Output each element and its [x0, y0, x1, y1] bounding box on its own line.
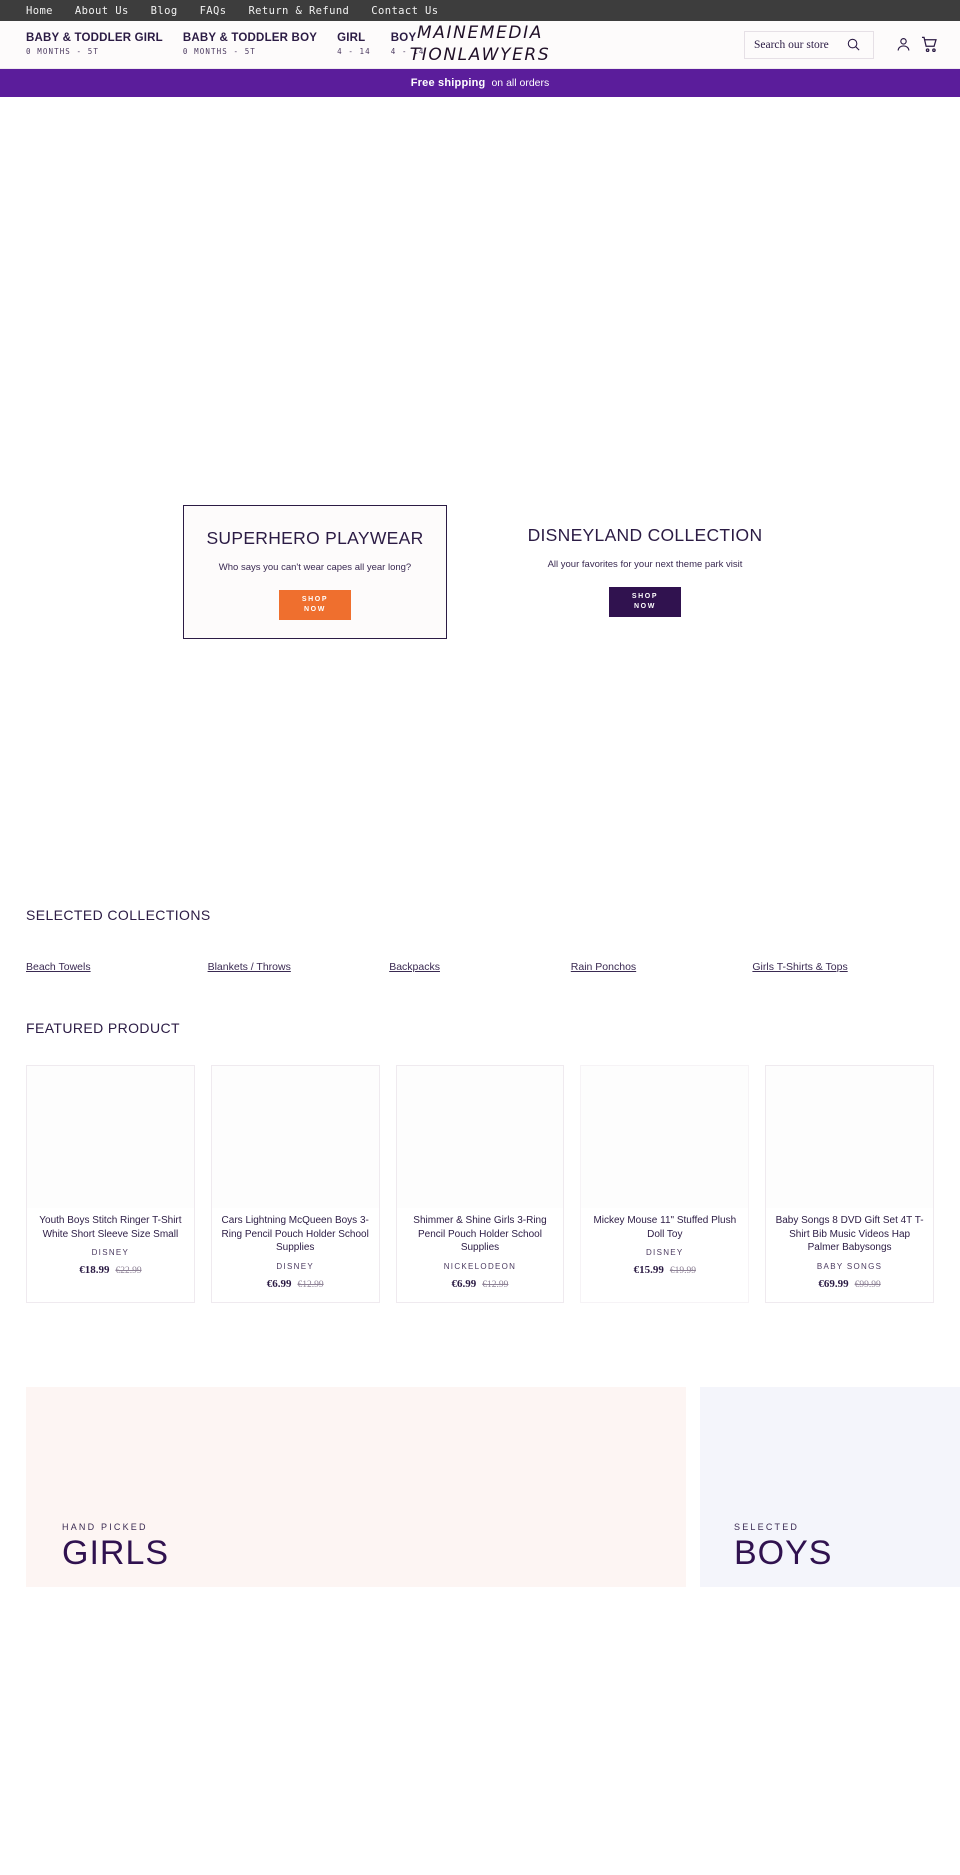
product-compare-at-price: €12.99 [297, 1279, 324, 1290]
hero-button-line-1: SHOP [631, 592, 659, 600]
utility-nav-link-home[interactable]: Home [26, 5, 53, 17]
utility-nav-link-about-us[interactable]: About Us [75, 5, 129, 17]
hero-shop-now-button[interactable]: SHOP NOW [609, 587, 681, 617]
utility-nav-link-blog[interactable]: Blog [151, 5, 178, 17]
utility-nav-link-contact-us[interactable]: Contact Us [371, 5, 438, 17]
product-image [766, 1066, 933, 1208]
collection-item-backpacks[interactable]: Backpacks [389, 961, 571, 973]
bottom-banner-row: HAND PICKED GIRLS SELECTED BOYS [0, 1386, 960, 1587]
bottom-banner-title: BOYS [734, 1533, 833, 1572]
promo-banner[interactable]: Free shipping on all orders [0, 69, 960, 97]
utility-nav-bar: Home About Us Blog FAQs Return & Refund … [0, 0, 960, 21]
collection-item-girls-tshirts-tops[interactable]: Girls T-Shirts & Tops [752, 961, 934, 973]
product-vendor: DISNEY [645, 1248, 684, 1257]
product-sale-price: €69.99 [818, 1277, 849, 1290]
product-title: Cars Lightning McQueen Boys 3-Ring Penci… [221, 1215, 369, 1253]
product-compare-at-price: €99.99 [854, 1279, 881, 1290]
hero-button-line-1: SHOP [301, 595, 329, 603]
product-card[interactable]: Mickey Mouse 11" Stuffed Plush Doll Toy … [580, 1065, 750, 1303]
hero-card-superhero-playwear[interactable]: SUPERHERO PLAYWEAR Who says you can't we… [183, 505, 447, 639]
product-title: Mickey Mouse 11" Stuffed Plush Doll Toy [593, 1215, 737, 1240]
product-sale-price: €15.99 [633, 1264, 664, 1276]
category-nav: BABY & TODDLER GIRL 0 MONTHS - 5T BABY &… [26, 32, 445, 57]
product-compare-at-price: €22.99 [115, 1266, 142, 1276]
collection-item-rain-ponchos[interactable]: Rain Ponchos [571, 961, 753, 973]
category-girl[interactable]: GIRL 4 - 14 [337, 32, 371, 57]
featured-product-section: FEATURED PRODUCT Youth Boys Stitch Ringe… [0, 1020, 960, 1303]
account-person-icon[interactable] [890, 32, 916, 58]
product-sale-price: €6.99 [266, 1277, 292, 1290]
selected-collections-section: SELECTED COLLECTIONS Beach Towels Blanke… [0, 907, 960, 973]
product-card[interactable]: Cars Lightning McQueen Boys 3-Ring Penci… [210, 1065, 380, 1303]
product-card[interactable]: Baby Songs 8 DVD Gift Set 4T T-Shirt Bib… [765, 1065, 934, 1303]
logo-line-2: TIONLAWYERS [409, 44, 551, 65]
category-baby-toddler-boy[interactable]: BABY & TODDLER BOY 0 MONTHS - 5T [183, 32, 317, 57]
product-sale-price: €6.99 [451, 1277, 477, 1290]
category-title: BABY & TODDLER GIRL [26, 32, 163, 45]
product-image [211, 1066, 379, 1208]
product-image [581, 1066, 749, 1208]
promo-headline: Free shipping [410, 77, 486, 89]
header-actions: Search our store [744, 30, 942, 59]
product-vendor: DISNEY [91, 1248, 130, 1257]
hero-subtitle: All your favorites for your next theme p… [547, 559, 743, 570]
category-age-range: 0 MONTHS - 5T [182, 47, 256, 57]
shopping-cart-icon[interactable] [916, 32, 942, 58]
product-title: Shimmer & Shine Girls 3-Ring Pencil Pouc… [413, 1215, 547, 1253]
site-logo[interactable]: MAINEMEDIA TIONLAWYERS [410, 23, 550, 67]
hero-section: SUPERHERO PLAYWEAR Who says you can't we… [0, 97, 960, 907]
bottom-banner-eyebrow: HAND PICKED [62, 1521, 148, 1532]
product-price-group: €6.99 €12.99 [267, 1278, 324, 1290]
site-header: BABY & TODDLER GIRL 0 MONTHS - 5T BABY &… [0, 21, 960, 69]
bottom-banner-eyebrow: SELECTED [734, 1521, 800, 1532]
category-baby-toddler-girl[interactable]: BABY & TODDLER GIRL 0 MONTHS - 5T [26, 32, 163, 57]
hero-title: SUPERHERO PLAYWEAR [206, 528, 424, 548]
logo-line-1: MAINEMEDIA [417, 22, 543, 43]
collection-item-beach-towels[interactable]: Beach Towels [26, 961, 208, 973]
hero-button-line-2: NOW [634, 603, 656, 610]
product-price-group: €18.99 €22.99 [79, 1264, 141, 1276]
product-image [27, 1066, 194, 1208]
product-vendor: BABY SONGS [816, 1261, 883, 1271]
hero-shop-now-button[interactable]: SHOP NOW [279, 590, 351, 620]
bottom-banner-title: GIRLS [62, 1533, 170, 1572]
hero-subtitle: Who says you can't wear capes all year l… [218, 562, 412, 573]
product-image [396, 1066, 564, 1208]
bottom-banner-girls[interactable]: HAND PICKED GIRLS [26, 1386, 686, 1587]
product-price-group: €69.99 €99.99 [818, 1278, 880, 1290]
product-price-group: €15.99 €19.99 [634, 1264, 696, 1276]
product-compare-at-price: €12.99 [482, 1279, 509, 1290]
product-vendor: NICKELODEON [443, 1261, 517, 1271]
bottom-banner-boys[interactable]: SELECTED BOYS [700, 1386, 960, 1587]
collection-item-blankets-throws[interactable]: Blankets / Throws [208, 961, 390, 973]
search-bar[interactable]: Search our store [744, 30, 874, 59]
hero-title: DISNEYLAND COLLECTION [527, 525, 763, 545]
product-price-group: €6.99 €12.99 [452, 1278, 509, 1290]
featured-product-heading: FEATURED PRODUCT [26, 1020, 180, 1036]
product-title: Youth Boys Stitch Ringer T-Shirt White S… [39, 1215, 182, 1240]
utility-nav-link-return-refund[interactable]: Return & Refund [248, 5, 349, 17]
collections-list: Beach Towels Blankets / Throws Backpacks… [26, 961, 934, 973]
category-age-range: 0 MONTHS - 5T [26, 47, 99, 57]
product-card[interactable]: Shimmer & Shine Girls 3-Ring Pencil Pouc… [395, 1065, 565, 1303]
product-sale-price: €18.99 [79, 1264, 110, 1276]
product-card[interactable]: Youth Boys Stitch Ringer T-Shirt White S… [26, 1065, 195, 1303]
search-icon[interactable] [840, 32, 866, 58]
search-input[interactable]: Search our store [754, 39, 840, 51]
product-vendor: DISNEY [276, 1261, 314, 1271]
product-compare-at-price: €19.99 [669, 1266, 696, 1276]
promo-subtext: on all orders [491, 77, 550, 89]
category-title: BABY & TODDLER BOY [182, 32, 318, 45]
category-title: GIRL [337, 32, 366, 45]
product-grid: Youth Boys Stitch Ringer T-Shirt White S… [26, 1065, 934, 1303]
hero-cards-row: SUPERHERO PLAYWEAR Who says you can't we… [0, 505, 960, 639]
category-age-range: 4 - 14 [337, 47, 371, 57]
hero-button-line-2: NOW [304, 606, 326, 613]
product-title: Baby Songs 8 DVD Gift Set 4T T-Shirt Bib… [775, 1215, 924, 1253]
utility-nav-link-faqs[interactable]: FAQs [200, 5, 227, 17]
selected-collections-heading: SELECTED COLLECTIONS [26, 907, 211, 923]
hero-card-disneyland-collection[interactable]: DISNEYLAND COLLECTION All your favorites… [513, 505, 777, 639]
